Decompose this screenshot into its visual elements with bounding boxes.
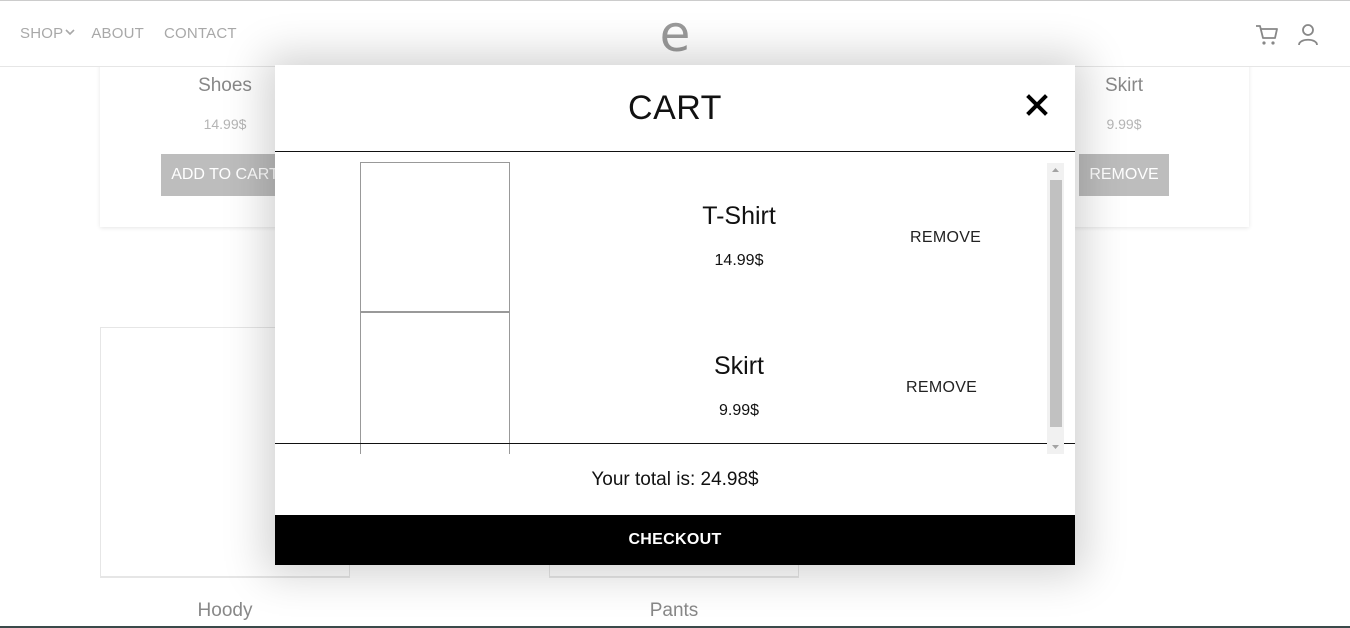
cart-item-name: Skirt	[714, 352, 764, 380]
cart-item-remove-button[interactable]: REMOVE	[910, 229, 981, 247]
modal-divider	[275, 443, 1075, 444]
chevron-down-icon	[65, 23, 75, 40]
cart-scrollbar[interactable]	[1047, 163, 1064, 454]
cart-item-image	[360, 162, 510, 312]
cart-item: T-Shirt 14.99$ REMOVE	[275, 162, 1045, 312]
modal-title: CART	[628, 89, 722, 127]
user-icon[interactable]	[1297, 23, 1319, 47]
checkout-button[interactable]: CHECKOUT	[275, 515, 1075, 565]
cart-item-remove-button[interactable]: REMOVE	[906, 379, 977, 397]
cart-item-price: 14.99$	[714, 252, 764, 269]
cart-icon[interactable]	[1255, 23, 1279, 47]
brand-logo[interactable]: e	[655, 6, 695, 62]
site-header: SHOP ABOUT CONTACT e	[0, 0, 1350, 67]
cart-item-list: T-Shirt 14.99$ REMOVE Skirt 9.99$ REMOVE	[275, 152, 1075, 454]
cart-item-image	[360, 312, 510, 454]
cart-item-name: T-Shirt	[702, 202, 776, 230]
nav-contact[interactable]: CONTACT	[164, 25, 237, 42]
nav-shop-label: SHOP	[20, 25, 64, 42]
cart-item-price: 9.99$	[718, 402, 760, 419]
cart-item: Skirt 9.99$ REMOVE	[275, 312, 1045, 454]
product-name-pants: Pants	[649, 600, 699, 621]
nav-shop[interactable]: SHOP	[20, 25, 75, 42]
cart-modal: CART T-Shirt 14.99$ REMOVE Skirt 9.99$ R…	[275, 65, 1075, 565]
main-nav: SHOP ABOUT CONTACT	[20, 25, 237, 42]
scrollbar-thumb[interactable]	[1050, 180, 1062, 427]
scroll-up-arrow-icon[interactable]	[1047, 163, 1064, 177]
product-name-hoody: Hoody	[197, 600, 253, 621]
close-icon[interactable]	[1024, 92, 1050, 118]
remove-button[interactable]: REMOVE	[1079, 154, 1169, 196]
scroll-down-arrow-icon[interactable]	[1047, 440, 1064, 454]
nav-about[interactable]: ABOUT	[91, 25, 144, 42]
add-to-cart-button[interactable]: ADD TO CART	[161, 154, 289, 196]
cart-total: Your total is: 24.98$	[591, 469, 759, 490]
